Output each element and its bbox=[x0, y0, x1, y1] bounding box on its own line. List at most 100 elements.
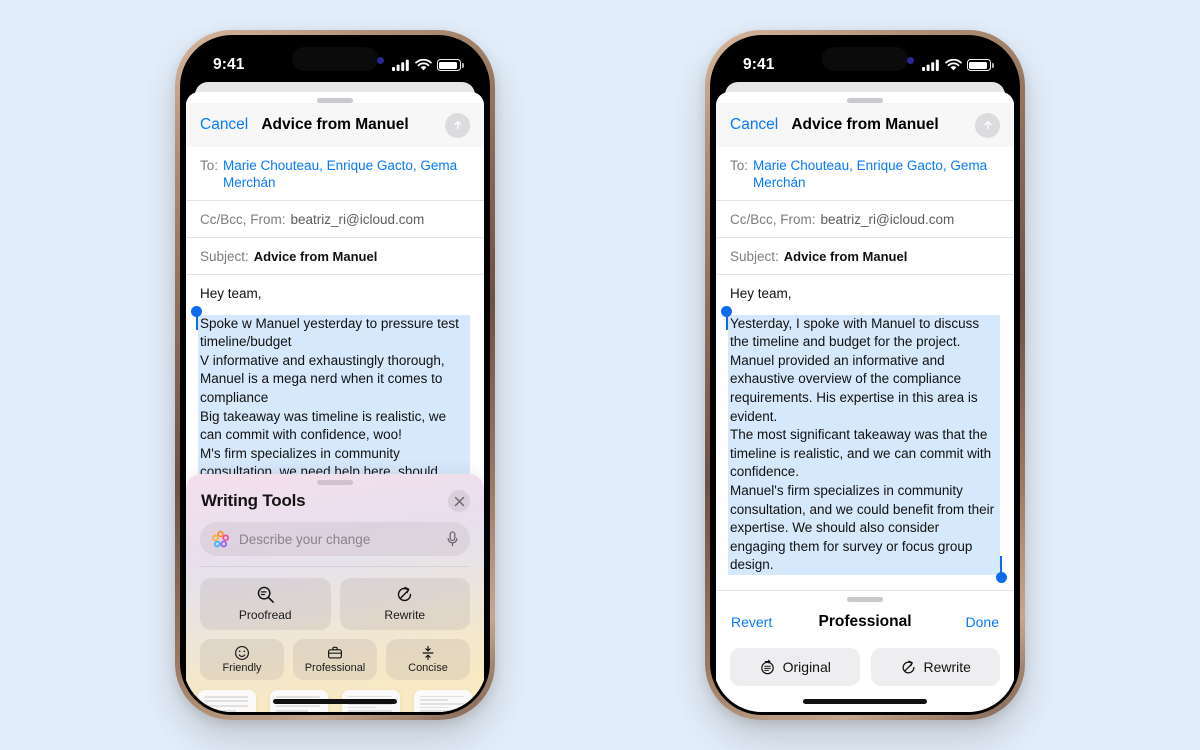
cc-field-row[interactable]: Cc/Bcc, From: beatriz_ri@icloud.com bbox=[716, 201, 1014, 238]
smiley-face-icon bbox=[235, 645, 249, 660]
wifi-icon bbox=[415, 59, 432, 71]
writing-tools-header: Writing Tools bbox=[186, 485, 484, 512]
body-line: The most significant takeaway was that t… bbox=[730, 427, 992, 480]
rewrite-label: Rewrite bbox=[923, 659, 971, 675]
status-icons bbox=[922, 59, 994, 71]
original-label: Original bbox=[782, 659, 831, 675]
body-line: Big takeaway was timeline is realistic, … bbox=[200, 408, 447, 443]
send-button[interactable] bbox=[975, 112, 1000, 138]
table-card[interactable] bbox=[414, 689, 472, 712]
to-recipients[interactable]: Marie Chouteau, Enrique Gacto, Gema Merc… bbox=[223, 157, 470, 191]
cc-label: Cc/Bcc, From: bbox=[200, 212, 286, 227]
cellular-bars-icon bbox=[922, 59, 939, 71]
concise-button[interactable]: Concise bbox=[386, 638, 470, 680]
to-recipients[interactable]: Marie Chouteau, Enrique Gacto, Gema Merc… bbox=[753, 157, 1000, 191]
tone-actions-row: Friendly Professional Concise bbox=[186, 630, 484, 680]
cancel-button[interactable]: Cancel bbox=[730, 116, 778, 134]
mail-body-right[interactable]: Hey team, Yesterday, I spoke with Manuel… bbox=[716, 275, 1014, 583]
selection-handle-end[interactable] bbox=[996, 571, 1007, 583]
original-button[interactable]: Original bbox=[730, 648, 860, 686]
proofread-button[interactable]: Proofread bbox=[200, 577, 331, 630]
subject-value[interactable]: Advice from Manuel bbox=[254, 248, 378, 265]
body-line: Yesterday, I spoke with Manuel to discus… bbox=[730, 315, 980, 350]
from-address[interactable]: beatriz_ri@icloud.com bbox=[291, 211, 425, 228]
subject-field-row[interactable]: Subject: Advice from Manuel bbox=[186, 238, 484, 275]
body-line: V informative and exhaustingly thorough,… bbox=[200, 352, 445, 405]
rewrite-circle-arrow-icon bbox=[902, 660, 915, 673]
rewrite-toolbar-header: Revert Professional Done bbox=[716, 602, 1014, 634]
microphone-icon[interactable] bbox=[446, 531, 459, 547]
status-bar-left: 9:41 bbox=[183, 38, 487, 86]
subject-field-row[interactable]: Subject: Advice from Manuel bbox=[716, 238, 1014, 275]
to-label: To: bbox=[730, 158, 749, 173]
phone-left-screen: 9:41 Cancel Advice from Manuel To: Marie… bbox=[183, 38, 487, 712]
summary-card[interactable] bbox=[198, 689, 256, 712]
send-arrow-up-icon bbox=[453, 120, 462, 130]
status-bar-right: 9:41 bbox=[713, 38, 1017, 86]
revert-button[interactable]: Revert bbox=[731, 614, 772, 630]
close-x-icon bbox=[454, 496, 464, 506]
send-arrow-up-icon bbox=[983, 120, 992, 130]
body-greeting: Hey team, bbox=[200, 286, 262, 301]
writing-tools-title: Writing Tools bbox=[201, 491, 306, 510]
cc-field-row[interactable]: Cc/Bcc, From: beatriz_ri@icloud.com bbox=[186, 201, 484, 238]
compose-navbar: Cancel Advice from Manuel bbox=[716, 103, 1014, 147]
rewrite-circle-arrow-icon bbox=[398, 587, 412, 602]
screenshot-canvas: 9:41 Cancel Advice from Manuel To: Marie… bbox=[0, 0, 1200, 750]
rewrite-toolbar-buttons: Original Rewrite bbox=[716, 634, 1014, 686]
rewrite-label: Rewrite bbox=[384, 608, 426, 623]
body-line-text: Manuel's firm specializes in community c… bbox=[730, 482, 995, 573]
body-line-last: Manuel's firm specializes in community c… bbox=[730, 482, 1007, 583]
close-button[interactable] bbox=[448, 490, 470, 512]
primary-actions-row: Proofread Rewrite bbox=[186, 567, 484, 630]
phone-right-screen: 9:41 Cancel Advice from Manuel To: Marie… bbox=[713, 38, 1017, 712]
rewritten-text-block[interactable]: Yesterday, I spoke with Manuel to discus… bbox=[721, 305, 1007, 583]
apple-intelligence-icon bbox=[211, 530, 230, 547]
describe-change-input[interactable]: Describe your change bbox=[200, 522, 470, 556]
phone-right: 9:41 Cancel Advice from Manuel To: Marie… bbox=[705, 30, 1025, 720]
selection-caret-start bbox=[726, 312, 728, 330]
professional-label: Professional bbox=[304, 661, 366, 674]
cancel-button[interactable]: Cancel bbox=[200, 116, 248, 134]
battery-full-icon bbox=[967, 59, 994, 71]
status-icons bbox=[392, 59, 464, 71]
dynamic-island bbox=[822, 47, 908, 71]
from-address[interactable]: beatriz_ri@icloud.com bbox=[821, 211, 955, 228]
mail-compose-sheet-left: Cancel Advice from Manuel To: Marie Chou… bbox=[186, 92, 484, 712]
dynamic-island bbox=[292, 47, 378, 71]
to-label: To: bbox=[200, 158, 219, 173]
status-time: 9:41 bbox=[213, 56, 245, 73]
subject-value[interactable]: Advice from Manuel bbox=[784, 248, 908, 265]
professional-button[interactable]: Professional bbox=[293, 638, 377, 680]
home-indicator-right[interactable] bbox=[803, 699, 927, 704]
wifi-icon bbox=[945, 59, 962, 71]
body-line: Manuel provided an informative and exhau… bbox=[730, 352, 978, 424]
selection-caret-start bbox=[196, 312, 198, 330]
subject-label: Subject: bbox=[730, 249, 779, 264]
done-button[interactable]: Done bbox=[966, 614, 999, 630]
phone-left: 9:41 Cancel Advice from Manuel To: Marie… bbox=[175, 30, 495, 720]
rewrite-toolbar: Revert Professional Done Original Rewrit… bbox=[716, 590, 1014, 712]
phone-right-bezel: 9:41 Cancel Advice from Manuel To: Marie… bbox=[710, 35, 1020, 715]
rewrite-button[interactable]: Rewrite bbox=[870, 648, 1000, 686]
apple-intelligence-indicator-dot bbox=[907, 57, 914, 64]
cellular-bars-icon bbox=[392, 59, 409, 71]
apple-intelligence-indicator-dot bbox=[377, 57, 384, 64]
subject-label: Subject: bbox=[200, 249, 249, 264]
suggestion-thumbnails-row bbox=[186, 680, 484, 712]
compose-navbar: Cancel Advice from Manuel bbox=[186, 103, 484, 147]
to-field-row[interactable]: To: Marie Chouteau, Enrique Gacto, Gema … bbox=[716, 147, 1014, 201]
to-field-row[interactable]: To: Marie Chouteau, Enrique Gacto, Gema … bbox=[186, 147, 484, 201]
body-greeting: Hey team, bbox=[730, 286, 792, 301]
send-button[interactable] bbox=[445, 112, 470, 138]
selection-caret-end bbox=[1000, 555, 1002, 573]
battery-full-icon bbox=[437, 59, 464, 71]
mail-compose-sheet-right: Cancel Advice from Manuel To: Marie Chou… bbox=[716, 92, 1014, 712]
home-indicator-left[interactable] bbox=[273, 699, 397, 704]
rewrite-button[interactable]: Rewrite bbox=[339, 577, 470, 630]
friendly-button[interactable]: Friendly bbox=[200, 638, 284, 680]
briefcase-icon bbox=[328, 646, 342, 659]
cc-label: Cc/Bcc, From: bbox=[730, 212, 816, 227]
magnifier-minus-icon bbox=[257, 587, 274, 604]
describe-change-placeholder: Describe your change bbox=[239, 531, 371, 547]
